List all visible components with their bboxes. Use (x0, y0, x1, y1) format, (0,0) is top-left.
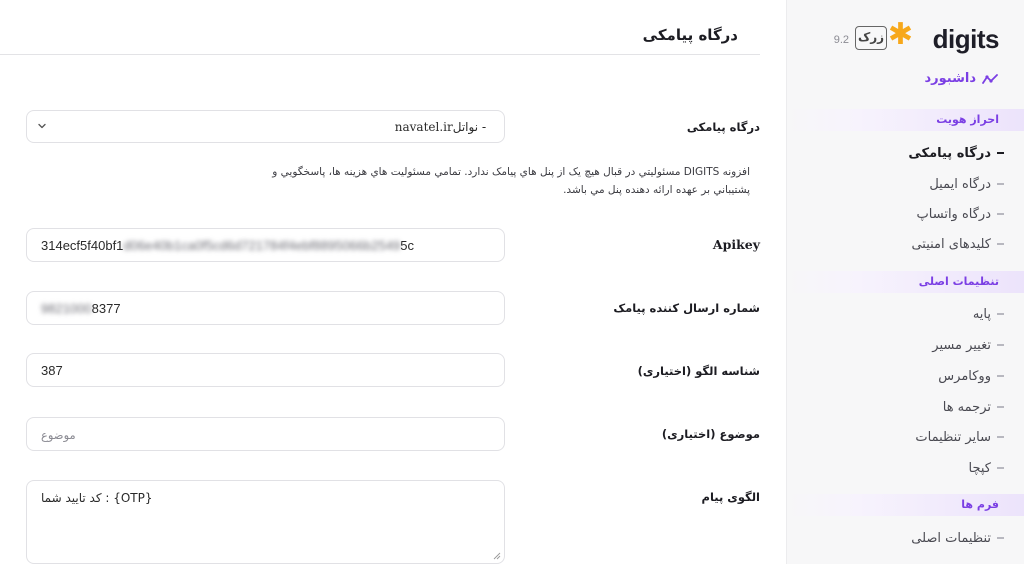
dash-icon (997, 406, 1004, 408)
sidebar-item-sms-gateway[interactable]: درگاه پیامکی (908, 143, 1004, 163)
version-label: 9.2 (833, 34, 849, 46)
message-template-textarea[interactable]: {OTP} : کد تایید شما (26, 480, 505, 564)
sidebar-item-whatsapp-gateway[interactable]: درگاه واتساپ (917, 204, 1004, 224)
disclaimer-text: افزونه DIGITS مسئوليتي در قبال هيچ يک از… (272, 166, 750, 196)
active-dash-icon (997, 151, 1004, 155)
gateway-label: درگاه پیامکی (686, 120, 760, 134)
sidebar-item-label: داشبورد (924, 71, 976, 86)
section-title-main-settings: تنظیمات اصلی (787, 271, 1024, 293)
pattern-id-input[interactable]: 387 (26, 353, 505, 387)
subject-input[interactable]: موضوع (26, 417, 505, 451)
sidebar-item-label: کپچا (968, 460, 991, 476)
sidebar-item-redirect[interactable]: تغییر مسیر (932, 335, 1004, 355)
sender-number-label: شماره ارسال کننده پیامک (613, 301, 760, 315)
sidebar-item-label: درگاه پیامکی (908, 145, 991, 161)
chevron-down-icon (38, 123, 46, 129)
sidebar-item-label: درگاه واتساپ (916, 206, 991, 222)
sidebar-item-email-gateway[interactable]: درگاه ایمیل (929, 174, 1004, 194)
sidebar-item-dashboard[interactable]: داشبورد (924, 71, 998, 86)
dash-icon (997, 183, 1004, 185)
sidebar: 9.2 زرک ✱ digits داشبورد احراز هویت درگا… (786, 0, 1024, 564)
gateway-select-value-latin: navatel.ir (394, 120, 453, 134)
sender-number-input[interactable]: 98210008377 (26, 291, 505, 325)
sidebar-item-other-settings[interactable]: سایر تنظیمات (915, 427, 1004, 447)
divider (0, 54, 760, 55)
message-template-label: الگوی پیام (701, 490, 760, 504)
dash-icon (997, 375, 1004, 377)
section-title-authentication: احراز هویت (787, 109, 1024, 131)
sidebar-item-label: تغییر مسیر (932, 337, 991, 353)
apikey-value-blurred: d06e40b1ca0f5cd6d721784f4ebf8895066b2549 (123, 238, 401, 253)
apikey-input[interactable]: 314ecf5f40bf1d06e40b1ca0f5cd6d721784f4eb… (26, 228, 505, 262)
sidebar-item-label: پایه (972, 306, 991, 322)
dash-icon (997, 243, 1004, 245)
apikey-label: Apikey (712, 237, 760, 252)
logo-badge: زرک (855, 26, 887, 50)
sidebar-item-forms-main-settings[interactable]: تنظیمات اصلی (911, 528, 1004, 548)
sidebar-item-basic[interactable]: پایه (973, 304, 1004, 324)
sidebar-item-label: درگاه ایمیل (929, 176, 991, 192)
apikey-value: 314ecf5f40bf1d06e40b1ca0f5cd6d721784f4eb… (41, 238, 414, 253)
sidebar-item-label: ووکامرس (938, 368, 991, 384)
sidebar-item-translations[interactable]: ترجمه ها (943, 397, 1004, 417)
sidebar-item-label: تنظیمات اصلی (911, 530, 991, 546)
apikey-value-visible: 314ecf5f40bf1 (41, 238, 124, 253)
logo-wordmark: digits (932, 24, 1000, 54)
pattern-id-value: 387 (41, 363, 63, 378)
dash-icon (997, 537, 1004, 539)
gateway-select-value-persian: - نواتل (452, 120, 490, 134)
sidebar-item-label: ترجمه ها (942, 399, 991, 415)
dash-icon (997, 467, 1004, 469)
sender-number-blurred: 9821000 (41, 301, 92, 316)
subject-label: موضوع (اختیاری) (661, 427, 760, 441)
resize-handle-icon[interactable] (493, 552, 501, 560)
sender-number-visible: 8377 (91, 301, 121, 316)
section-title-forms: فرم ها (787, 494, 1024, 516)
sender-number-value: 98210008377 (41, 301, 121, 316)
logo[interactable]: 9.2 زرک ✱ digits (787, 17, 1024, 56)
star-icon: ✱ (887, 17, 913, 52)
subject-placeholder: موضوع (41, 428, 76, 442)
dash-icon (997, 344, 1004, 346)
sidebar-item-security-keys[interactable]: کلیدهای امنیتی (911, 234, 1004, 254)
message-template-value: {OTP} : کد تایید شما (41, 491, 153, 505)
sidebar-item-woocommerce[interactable]: ووکامرس (938, 366, 1004, 386)
pattern-id-label: شناسه الگو (اختیاری) (637, 364, 760, 378)
page-title: درگاه پیامکی (642, 26, 738, 44)
sidebar-item-captcha[interactable]: کپچا (969, 458, 1004, 478)
dash-icon (997, 213, 1004, 215)
apikey-value-end: 5c (400, 238, 415, 253)
gateway-select-value: navatel.ir - نواتل (395, 120, 490, 134)
chart-line-icon (982, 73, 998, 84)
dash-icon (997, 436, 1004, 438)
gateway-select[interactable]: navatel.ir - نواتل (26, 110, 505, 143)
dash-icon (997, 313, 1004, 315)
sidebar-item-label: سایر تنظیمات (915, 429, 991, 445)
sidebar-item-label: کلیدهای امنیتی (911, 236, 991, 252)
